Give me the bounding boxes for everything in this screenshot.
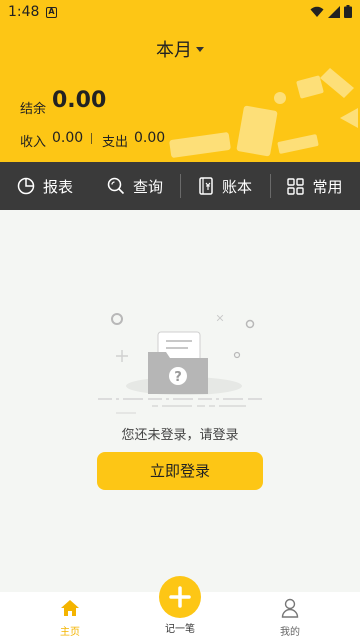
login-prompt-text: 您还未登录，请登录 bbox=[121, 428, 239, 443]
toolbar-ledger-button[interactable]: 账本 bbox=[180, 162, 270, 210]
toolbar-common-button[interactable]: 常用 bbox=[270, 162, 360, 210]
toolbar-report-label: 报表 bbox=[42, 177, 73, 196]
home-icon bbox=[61, 600, 79, 616]
toolbar-report-button[interactable]: 报表 bbox=[0, 162, 90, 210]
svg-text:?: ? bbox=[174, 370, 182, 385]
header-panel: 1:48 A 本月 结余 0.00 收入 0.00 支出 0.00 bbox=[0, 0, 360, 162]
search-icon bbox=[107, 177, 125, 195]
toolbar-common-label: 常用 bbox=[312, 177, 343, 196]
tab-mine[interactable]: 我的 bbox=[250, 592, 330, 640]
status-icons bbox=[310, 5, 352, 18]
login-button[interactable]: 立即登录 bbox=[97, 452, 263, 490]
status-time: 1:48 bbox=[8, 4, 40, 20]
a-square-icon: A bbox=[46, 7, 57, 18]
income-value: 0.00 bbox=[52, 130, 84, 146]
grid-icon bbox=[287, 177, 305, 195]
tab-home-label: 主页 bbox=[60, 627, 80, 638]
expense-value: 0.00 bbox=[134, 130, 166, 146]
toolbar: 报表 查询 账本 常用 bbox=[0, 162, 360, 210]
wifi-icon bbox=[310, 6, 324, 17]
toolbar-search-button[interactable]: 查询 bbox=[90, 162, 180, 210]
tab-home[interactable]: 主页 bbox=[30, 592, 110, 640]
pie-chart-icon bbox=[17, 177, 35, 195]
decorative-illustration bbox=[169, 68, 358, 158]
toolbar-search-label: 查询 bbox=[132, 177, 163, 196]
toolbar-ledger-label: 账本 bbox=[221, 177, 252, 196]
empty-folder-illustration: ? bbox=[98, 313, 264, 414]
status-bar: 1:48 A bbox=[0, 0, 360, 26]
expense-label: 支出 bbox=[102, 135, 129, 150]
ledger-icon bbox=[199, 177, 213, 195]
chevron-down-icon bbox=[196, 46, 204, 52]
balance-value: 0.00 bbox=[52, 88, 107, 113]
divider bbox=[91, 133, 92, 144]
plus-icon bbox=[169, 586, 191, 608]
add-record-label: 记一笔 bbox=[165, 624, 195, 635]
battery-icon bbox=[344, 5, 352, 18]
income-label: 收入 bbox=[20, 135, 47, 150]
add-record-button[interactable] bbox=[159, 576, 201, 618]
balance-label: 结余 bbox=[20, 102, 47, 117]
signal-icon bbox=[328, 5, 340, 18]
user-icon bbox=[281, 598, 299, 618]
tab-mine-label: 我的 bbox=[280, 627, 300, 638]
